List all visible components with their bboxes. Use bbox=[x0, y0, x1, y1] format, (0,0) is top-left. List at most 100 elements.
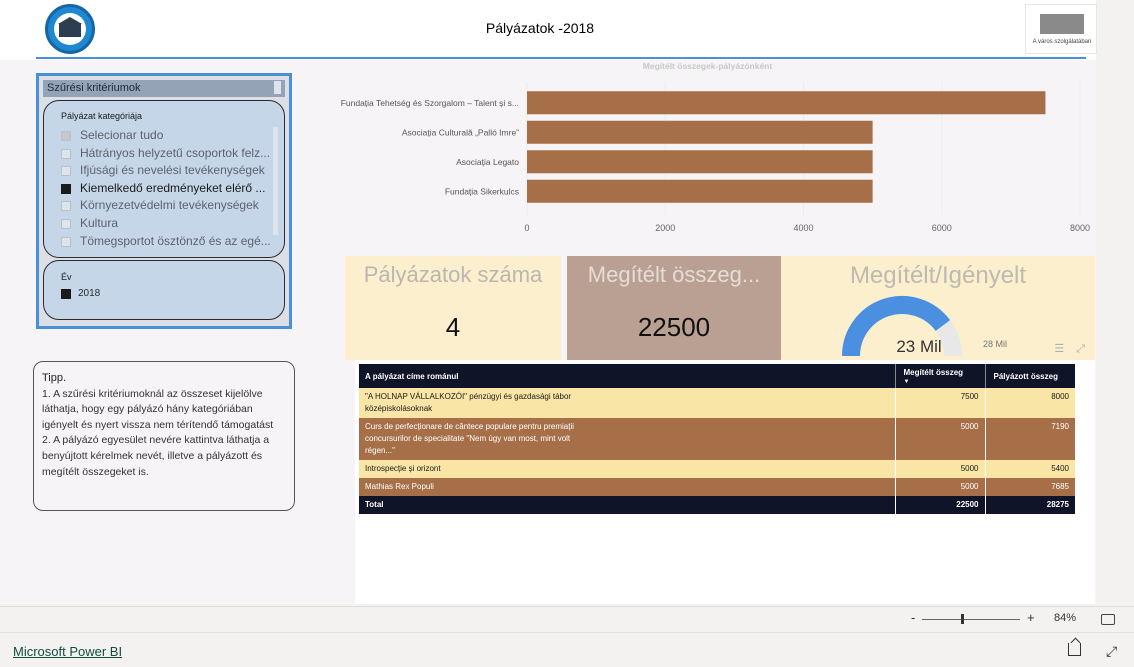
gauge-max-label: 28 Mil bbox=[983, 339, 1007, 349]
table-header-row: A pályázat címe románul Megítélt összeg ▼… bbox=[359, 364, 1075, 388]
right-logo-caption: A város szolgálatában bbox=[1032, 39, 1092, 45]
category-checkbox[interactable] bbox=[61, 148, 71, 159]
awarded-amount-card[interactable]: Megítélt összeg... 22500 bbox=[567, 256, 781, 360]
total-requested: 28275 bbox=[984, 496, 1075, 514]
table-row[interactable]: Mathias Rex Populi 5000 7685 bbox=[359, 478, 1075, 496]
total-awarded: 22500 bbox=[894, 496, 985, 514]
report-canvas: Pályázatok -2018 A város szolgálatában S… bbox=[0, 0, 1097, 604]
zoom-slider-thumb[interactable] bbox=[961, 614, 964, 624]
column-header-awarded[interactable]: Megítélt összeg ▼ bbox=[894, 364, 985, 388]
zoom-in-button[interactable]: + bbox=[1027, 610, 1035, 625]
category-checkbox[interactable] bbox=[61, 201, 71, 212]
x-tick-label: 8000 bbox=[1070, 223, 1090, 233]
fit-to-page-icon[interactable] bbox=[1101, 614, 1115, 625]
report-header: Pályázatok -2018 A város szolgálatában bbox=[0, 0, 1097, 60]
table-cell-title: Mathias Rex Populi bbox=[359, 478, 895, 496]
table-cell-requested: 8000 bbox=[984, 388, 1075, 418]
table-row[interactable]: Introspecție și orizont 5000 5400 bbox=[359, 460, 1075, 478]
category-checkbox[interactable] bbox=[61, 236, 71, 247]
share-icon[interactable] bbox=[1068, 643, 1081, 656]
fullscreen-icon[interactable]: ⤢ bbox=[1106, 643, 1117, 660]
category-option[interactable]: Hátrányos helyzetű csoportok felz... bbox=[61, 145, 271, 163]
table-cell-requested: 7190 bbox=[984, 418, 1075, 460]
table-row[interactable]: Curs de perfecționare de cântece popular… bbox=[359, 418, 1075, 460]
filter-icon[interactable]: ☰ bbox=[1054, 343, 1064, 355]
right-logo: A város szolgálatában bbox=[1025, 4, 1097, 54]
category-checkbox[interactable] bbox=[61, 166, 71, 177]
column-header-title[interactable]: A pályázat címe románul bbox=[359, 364, 895, 388]
y-category-label[interactable]: Fundația Tehetség és Szorgalom – Talent … bbox=[341, 98, 519, 108]
table-cell-title: "A HOLNAP VÁLLALKOZÓI" pénzügyi és gazda… bbox=[359, 388, 895, 418]
category-option[interactable]: Kultura bbox=[61, 215, 271, 233]
table-total-row: Total 22500 28275 bbox=[359, 496, 1075, 514]
category-option[interactable]: Ifjúsági és nevelési tevékenységek bbox=[61, 162, 271, 180]
category-slicer: Pályázat kategóriája Selecionar tudo Hátr… bbox=[43, 100, 285, 258]
left-logo bbox=[45, 4, 95, 54]
column-header-requested[interactable]: Pályázott összeg bbox=[984, 364, 1075, 388]
zoom-bar: - + 84% bbox=[0, 606, 1134, 632]
bar[interactable] bbox=[527, 120, 873, 144]
awarded-amount-label: Megítélt összeg... bbox=[587, 262, 761, 287]
awarded-requested-gauge-card[interactable]: Megítélt/Igényelt 23 Mil 28 Mil ☰ ⤢ bbox=[781, 256, 1095, 360]
bar[interactable] bbox=[527, 150, 873, 174]
application-count-card[interactable]: Pályázatok száma 4 bbox=[345, 256, 561, 360]
application-count-label: Pályázatok száma bbox=[363, 262, 543, 287]
sort-desc-icon: ▼ bbox=[903, 378, 910, 385]
filter-panel-title: Szűrési kritériumok bbox=[43, 80, 285, 97]
table-cell-title: Curs de perfecționare de cântece popular… bbox=[359, 418, 895, 460]
y-category-label[interactable]: Asociația Culturală „Palló Imre” bbox=[402, 127, 519, 137]
table-body: "A HOLNAP VÁLLALKOZÓI" pénzügyi és gazda… bbox=[359, 388, 1075, 514]
table-cell-awarded: 7500 bbox=[894, 388, 985, 418]
tip-box: Tipp. 1. A szűrési kritériumoknál az öss… bbox=[33, 361, 295, 511]
category-checkbox[interactable] bbox=[61, 183, 71, 194]
category-checkbox[interactable] bbox=[61, 131, 71, 141]
filter-panel-title-text: Szűrési kritériumok bbox=[47, 82, 141, 94]
category-scrollbar[interactable] bbox=[273, 127, 278, 235]
table-cell-title: Introspecție și orizont bbox=[359, 460, 895, 478]
focus-mode-icon[interactable]: ⤢ bbox=[1076, 343, 1085, 355]
category-option-label: Selecionar tudo bbox=[80, 128, 164, 142]
category-option[interactable]: Selecionar tudo bbox=[61, 127, 271, 145]
table-row[interactable]: "A HOLNAP VÁLLALKOZÓI" pénzügyi és gazda… bbox=[359, 388, 1075, 418]
category-option[interactable]: Kiemelkedő eredményeket elérő ... bbox=[61, 180, 271, 198]
category-option-label: Ifjúsági és nevelési tevékenységek bbox=[80, 163, 265, 178]
year-option-label: 2018 bbox=[78, 288, 101, 299]
awarded-amount-value: 22500 bbox=[637, 312, 711, 342]
filter-panel: Szűrési kritériumok Pályázat kategóriája… bbox=[36, 73, 292, 329]
awarded-by-applicant-chart[interactable]: Megítélt összegek-pályázónként 0 2000 4000… bbox=[300, 60, 1095, 240]
category-checkbox[interactable] bbox=[61, 218, 71, 229]
y-category-label[interactable]: Fundația Sikerkulcs bbox=[445, 186, 519, 196]
category-option[interactable]: Tömegsportot ösztönző és az egé... bbox=[61, 233, 271, 251]
table-cell-awarded: 5000 bbox=[894, 460, 985, 478]
category-option[interactable]: Környezetvédelmi tevékenységek bbox=[61, 197, 271, 215]
application-count-value: 4 bbox=[445, 312, 461, 342]
category-option-label: Tömegsportot ösztönző és az egé... bbox=[80, 233, 271, 248]
power-bi-report-viewer: Pályázatok -2018 A város szolgálatában S… bbox=[0, 0, 1134, 667]
tip-title: Tipp. bbox=[42, 372, 67, 384]
x-tick-label: 0 bbox=[524, 223, 529, 233]
zoom-percent: 84% bbox=[1054, 612, 1077, 624]
header-divider bbox=[36, 57, 1086, 59]
table-cell-requested: 7685 bbox=[984, 478, 1075, 496]
x-tick-label: 4000 bbox=[793, 223, 813, 233]
category-option-label: Hátrányos helyzetű csoportok felz... bbox=[80, 145, 271, 160]
applications-table-visual: A pályázat címe románul Megítélt összeg ▼… bbox=[355, 360, 1095, 604]
zoom-out-button[interactable]: - bbox=[911, 610, 915, 625]
visual-header-icons: ☰ ⤢ bbox=[1042, 342, 1085, 356]
panel-collapse-button[interactable] bbox=[274, 81, 281, 94]
year-option[interactable]: 2018 bbox=[61, 287, 100, 301]
year-checkbox[interactable] bbox=[61, 289, 71, 299]
table-cell-awarded: 5000 bbox=[894, 478, 985, 496]
year-slicer-title: Év bbox=[61, 272, 72, 282]
power-bi-link[interactable]: Microsoft Power BI bbox=[13, 644, 122, 659]
zoom-slider-track[interactable] bbox=[922, 619, 1020, 620]
tip-line-2: 2. A pályázó egyesület nevére kattintva … bbox=[42, 434, 270, 478]
bar[interactable] bbox=[527, 91, 1046, 115]
column-header-awarded-label: Megítélt összeg bbox=[903, 367, 964, 377]
y-category-label[interactable]: Asociația Legato bbox=[456, 157, 519, 167]
bar[interactable] bbox=[527, 179, 873, 203]
table-cell-requested: 5400 bbox=[984, 460, 1075, 478]
applications-table: A pályázat címe románul Megítélt összeg ▼… bbox=[359, 364, 1075, 514]
kpi-row: Pályázatok száma 4 Megítélt összeg... 22… bbox=[345, 256, 1095, 360]
category-option-label: Kultura bbox=[80, 215, 119, 230]
